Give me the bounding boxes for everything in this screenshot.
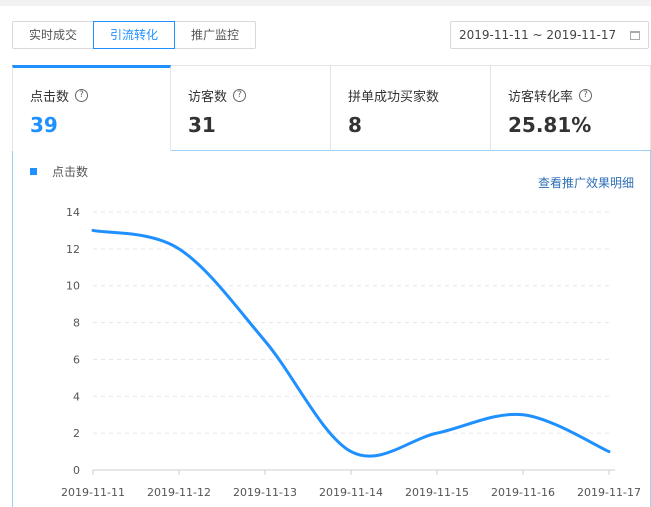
- y-tick-label: 6: [73, 353, 80, 366]
- x-tick-label: 2019-11-17: [577, 486, 641, 499]
- series-line-clicks: [91, 228, 611, 458]
- y-tick-label: 12: [66, 243, 80, 256]
- y-tick-label: 14: [66, 206, 80, 219]
- metric-value: 39: [30, 113, 58, 137]
- y-tick-label: 2: [73, 427, 80, 440]
- y-tick-label: 4: [73, 390, 80, 403]
- metric-label: 点击数: [30, 90, 70, 105]
- x-tick-label: 2019-11-16: [491, 486, 555, 499]
- metric-card-clicks[interactable]: 点击数? 39: [12, 65, 171, 151]
- y-tick-label: 8: [73, 317, 80, 330]
- x-tick-label: 2019-11-15: [405, 486, 469, 499]
- x-tick-label: 2019-11-14: [319, 486, 383, 499]
- x-tick-label: 2019-11-11: [61, 486, 125, 499]
- x-tick-label: 2019-11-13: [233, 486, 297, 499]
- x-tick-label: 2019-11-12: [147, 486, 211, 499]
- help-icon[interactable]: ?: [75, 89, 89, 102]
- y-tick-label: 10: [66, 280, 80, 293]
- y-tick-label: 0: [73, 464, 80, 477]
- tab-traffic-conversion[interactable]: 引流转化: [93, 21, 176, 49]
